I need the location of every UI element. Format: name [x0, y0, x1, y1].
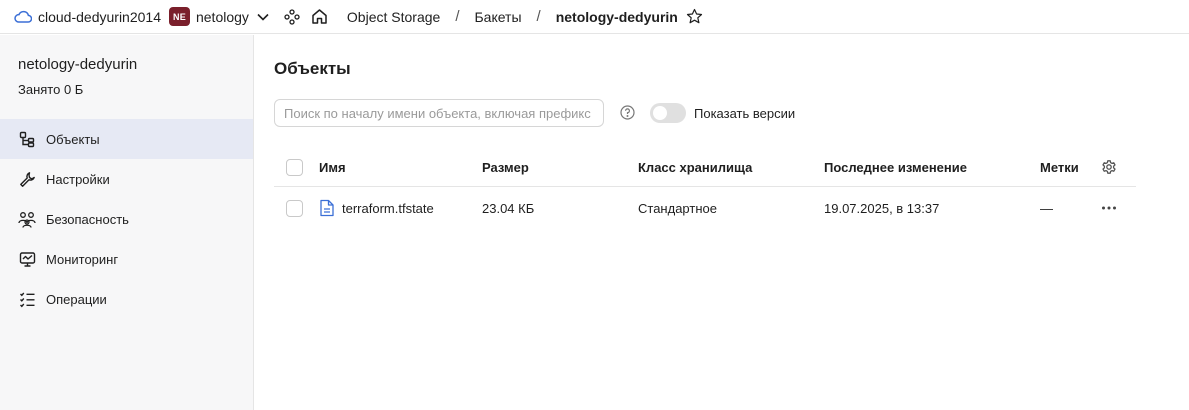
row-checkbox[interactable] — [286, 199, 303, 217]
row-actions-cell — [1101, 187, 1117, 229]
sidebar-item-label: Объекты — [46, 131, 100, 147]
table-row[interactable]: terraform.tfstate 23.04 КБ Стандартное 1… — [274, 187, 1136, 229]
file-icon — [319, 199, 335, 217]
star-icon[interactable] — [686, 8, 704, 26]
show-versions-toggle[interactable] — [650, 103, 686, 123]
sidebar-item-label: Настройки — [46, 171, 110, 187]
bucket-usage: Занято 0 Б — [18, 82, 84, 97]
toggle-knob — [653, 106, 667, 120]
bucket-name: netology-dedyurin — [18, 56, 138, 73]
users-icon — [18, 210, 36, 228]
column-header-tags[interactable]: Метки — [1040, 147, 1079, 187]
show-versions-label: Показать версии — [694, 106, 796, 121]
breadcrumb-buckets[interactable]: Бакеты — [474, 9, 521, 25]
sidebar-item-label: Мониторинг — [46, 251, 119, 267]
object-storage-class: Стандартное — [638, 200, 717, 216]
select-all-cell — [286, 147, 303, 187]
gear-icon[interactable] — [1101, 159, 1117, 175]
column-header-modified[interactable]: Последнее изменение — [824, 147, 967, 187]
services-icon[interactable] — [283, 8, 301, 26]
object-name-cell[interactable]: terraform.tfstate — [319, 187, 434, 229]
page-title: Объекты — [274, 59, 351, 78]
wrench-icon — [18, 170, 36, 188]
org-name: netology — [195, 8, 249, 25]
column-header-storage-class[interactable]: Класс хранилища — [638, 147, 752, 187]
sidebar-item-label: Операции — [46, 291, 107, 307]
top-bar: cloud-dedyurin2014 NE netology Object St… — [0, 0, 1189, 34]
list-icon — [18, 290, 36, 308]
cloud-selector[interactable]: cloud-dedyurin2014 — [14, 9, 161, 25]
org-selector[interactable]: NE netology — [161, 7, 283, 26]
select-all-checkbox[interactable] — [286, 158, 303, 176]
table-settings-cell — [1101, 147, 1117, 187]
table-header: Имя Размер Класс хранилища Последнее изм… — [274, 147, 1136, 187]
search-input[interactable] — [274, 99, 604, 127]
column-header-size[interactable]: Размер — [482, 147, 529, 187]
object-tags: — — [1040, 200, 1053, 216]
sidebar-item-operations[interactable]: Операции — [0, 279, 253, 319]
monitor-icon — [18, 250, 36, 268]
cloud-icon — [14, 10, 32, 24]
breadcrumb-service[interactable]: Object Storage — [347, 9, 440, 25]
breadcrumb-current: netology-dedyurin — [555, 8, 678, 25]
breadcrumb-separator: / — [536, 8, 541, 25]
home-icon[interactable] — [311, 8, 329, 26]
row-select-cell — [286, 187, 303, 229]
main-content: Объекты Показать версии Имя Размер Класс… — [274, 35, 1174, 410]
sidebar-item-settings[interactable]: Настройки — [0, 159, 253, 199]
sidebar-item-monitoring[interactable]: Мониторинг — [0, 239, 253, 279]
column-header-name[interactable]: Имя — [319, 147, 346, 187]
help-icon[interactable] — [620, 105, 635, 120]
object-name[interactable]: terraform.tfstate — [342, 201, 434, 216]
sidebar: netology-dedyurin Занято 0 Б Объекты Нас… — [0, 35, 254, 410]
org-avatar: NE — [168, 7, 190, 26]
objects-table: Имя Размер Класс хранилища Последнее изм… — [274, 147, 1136, 229]
chevron-down-icon[interactable] — [257, 11, 269, 23]
sidebar-item-label: Безопасность — [46, 211, 129, 227]
sidebar-menu: Объекты Настройки Безопасность Мониторин… — [0, 119, 253, 319]
objects-icon — [18, 130, 36, 148]
sidebar-item-security[interactable]: Безопасность — [0, 199, 253, 239]
cloud-name: cloud-dedyurin2014 — [38, 8, 161, 25]
breadcrumb-separator: / — [455, 8, 460, 25]
sidebar-item-objects[interactable]: Объекты — [0, 119, 253, 159]
more-actions-icon[interactable] — [1101, 205, 1117, 211]
object-size: 23.04 КБ — [482, 200, 535, 216]
object-modified: 19.07.2025, в 13:37 — [824, 200, 940, 216]
